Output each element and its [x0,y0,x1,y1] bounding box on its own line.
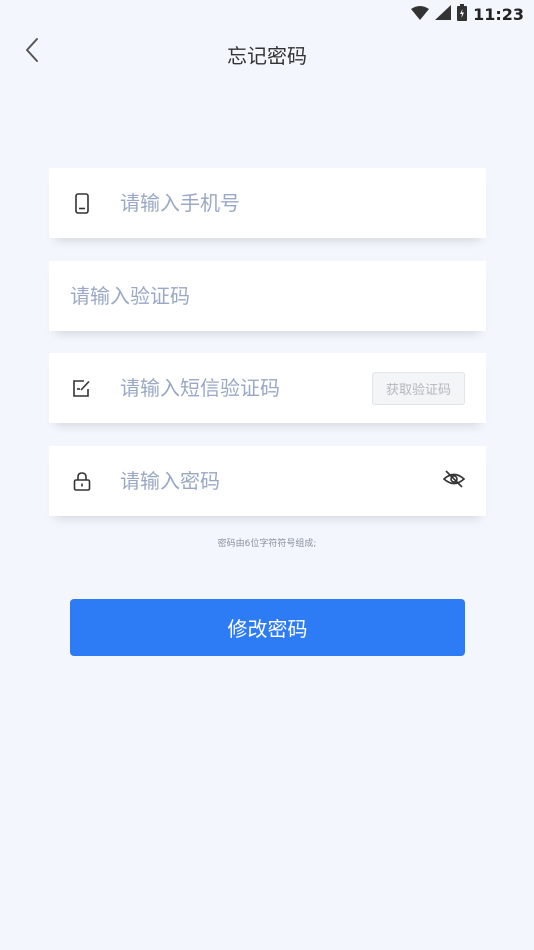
battery-icon [457,3,468,25]
wifi-icon [411,5,430,24]
submit-button[interactable]: 修改密码 [70,599,465,656]
cell-signal-icon [435,4,452,24]
edit-note-icon [71,377,93,399]
captcha-input[interactable]: 请输入验证码 [70,281,190,311]
get-code-button[interactable]: 获取验证码 [372,372,465,405]
sms-code-input[interactable]: 请输入短信验证码 [120,373,280,403]
lock-icon [71,470,93,492]
password-hint: 密码由6位字符符号组成; [217,539,317,549]
phone-field[interactable]: 请输入手机号 [49,168,486,238]
phone-icon [71,192,93,214]
sms-code-field[interactable]: 请输入短信验证码 获取验证码 [49,353,486,423]
nav-bar: 忘记密码 [0,28,534,76]
page-title: 忘记密码 [227,44,307,68]
captcha-field[interactable]: 请输入验证码 [49,261,486,331]
status-icons: 11:23 [411,3,524,25]
password-field[interactable]: 请输入密码 [49,446,486,516]
password-input[interactable]: 请输入密码 [120,466,220,496]
eye-off-icon [442,469,466,493]
status-bar: 11:23 [0,0,534,28]
phone-input[interactable]: 请输入手机号 [120,188,240,218]
status-time: 11:23 [473,4,524,24]
toggle-password-visibility-button[interactable] [442,470,466,492]
